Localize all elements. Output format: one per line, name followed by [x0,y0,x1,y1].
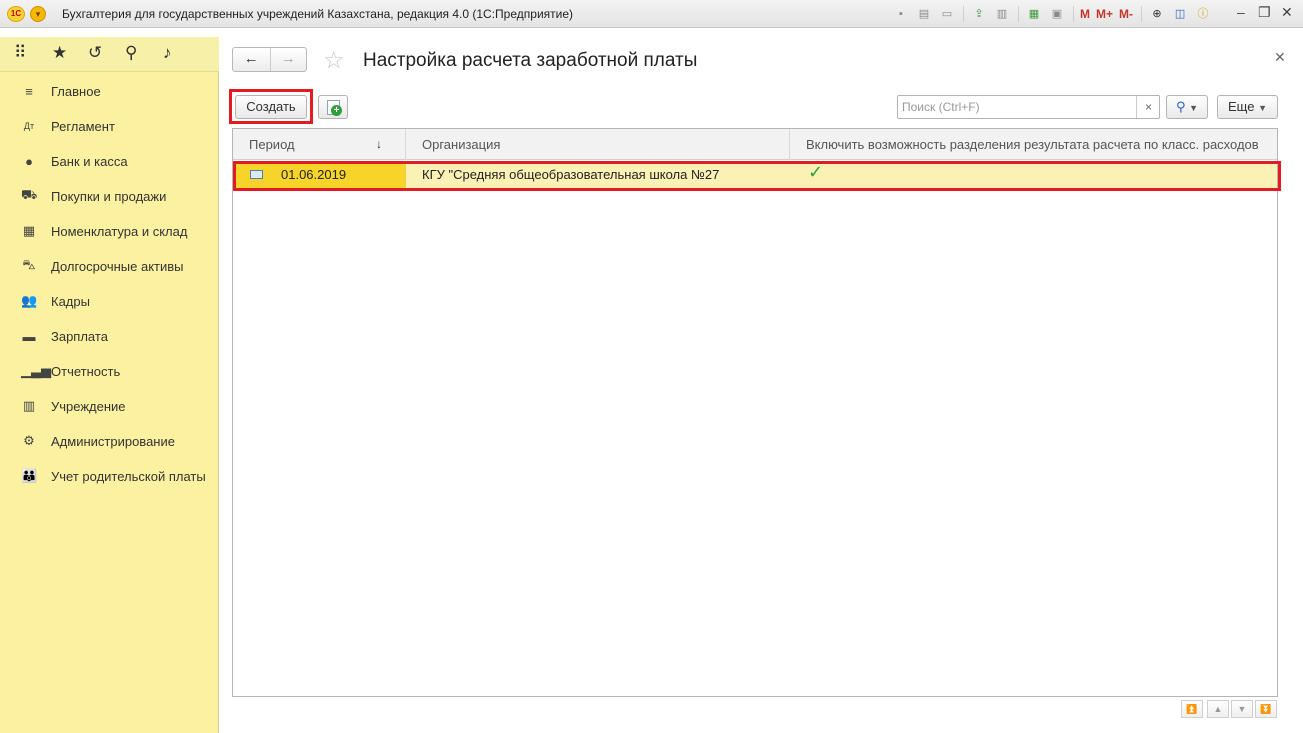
chevron-down-icon: ▼ [1258,103,1267,113]
sidebar-item-bank[interactable]: ● Банк и касса [0,146,219,176]
sidebar-item-label: Регламент [51,118,115,134]
column-header-label: Период [249,137,295,152]
sidebar-item-label: Кадры [51,293,90,309]
sidebar-item-hr[interactable]: 👥 Кадры [0,286,219,316]
scroll-up-button[interactable]: ▲ [1207,700,1229,718]
settings-table: Период ↓ Организация Включить возможност… [232,128,1278,697]
sidebar-item-label: Главное [51,83,101,99]
info-icon[interactable]: ⓘ [1194,6,1212,22]
star-icon[interactable]: ★ [52,43,67,63]
highlight-frame-row [233,161,1281,191]
memory-add-button[interactable]: M+ [1096,6,1113,22]
copy-button[interactable]: + [318,95,348,119]
calendar-icon[interactable]: ▣ [1048,6,1066,22]
sidebar-item-label: Зарплата [51,328,108,344]
more-button-label: Еще [1228,99,1255,114]
truck-icon: ⛍ [22,257,36,272]
menu-lines-icon: ≡ [25,83,33,99]
zoom-icon[interactable]: ⊕ [1148,6,1166,22]
column-header-period[interactable]: Период ↓ [233,129,406,160]
wallet-icon: ▬ [22,328,36,344]
sidebar-top-nav: ⠿ ★ ↺ ⚲ ♪ [0,37,219,72]
favorite-star-icon[interactable]: ☆ [323,46,345,75]
search-options-button[interactable]: ⚲ ▼ [1166,95,1208,119]
sidebar-item-admin[interactable]: ⚙ Администрирование [0,426,219,456]
main-menu-button[interactable]: ▾ [30,6,46,22]
sidebar-item-label: Отчетность [51,363,121,379]
app-logo-icon: 1С [7,6,25,22]
sidebar-item-label: Номенклатура и склад [51,223,188,239]
sidebar-item-reports[interactable]: ▁▃▅ Отчетность [0,356,219,386]
bell-icon[interactable]: ♪ [163,43,172,63]
reglament-icon: Дт [23,121,35,131]
search-icon[interactable]: ⚲ [125,43,137,63]
sidebar-item-label: Банк и касса [51,153,128,169]
back-button[interactable]: ← [233,48,270,71]
column-header-organization[interactable]: Организация [406,129,790,160]
scroll-bottom-button[interactable]: ⏬ [1255,700,1277,718]
highlight-frame-create [229,89,313,124]
sidebar-item-label: Учет родительской платы [51,468,206,484]
window-title: Бухгалтерия для государственных учрежден… [62,7,574,21]
restore-icon[interactable]: ❐ [1258,4,1271,21]
memory-m-button[interactable]: M [1080,6,1090,22]
scroll-down-button[interactable]: ▼ [1231,700,1253,718]
scroll-top-button[interactable]: ⏫ [1181,700,1203,718]
toolbar-divider [963,6,964,22]
sidebar-item-institution[interactable]: ▥ Учреждение [0,391,219,421]
search-input[interactable] [898,96,1136,118]
toolbar-divider [1018,6,1019,22]
sidebar-item-parent-fee[interactable]: 👪 Учет родительской платы [0,461,219,491]
sidebar-item-label: Покупки и продажи [51,188,167,204]
cart-icon: ⛟ [21,187,38,202]
toolbar-divider [1073,6,1074,22]
clear-search-button[interactable]: × [1136,96,1160,118]
upload-icon[interactable]: ⇪ [970,6,988,22]
history-icon[interactable]: ↺ [88,43,102,63]
search-box: × [897,95,1160,119]
bar-chart-icon: ▁▃▅ [21,363,51,378]
calculator-icon[interactable]: ▦ [1025,6,1043,22]
sidebar-item-salary[interactable]: ▬ Зарплата [0,321,219,351]
sidebar-item-label: Администрирование [51,433,175,449]
apps-grid-icon[interactable]: ⠿ [14,43,26,63]
minimize-icon[interactable]: – [1237,4,1245,20]
history-nav: ← → [232,47,307,72]
more-button[interactable]: Еще ▼ [1217,95,1278,119]
chevron-down-icon: ▼ [1189,103,1199,113]
toolbar-divider [1141,6,1143,22]
print-icon[interactable]: ▤ [915,6,933,22]
sidebar-item-label: Учреждение [51,398,126,414]
save-icon[interactable]: ▪ [892,6,910,22]
sidebar-item-reglament[interactable]: Дт Регламент [0,111,219,141]
coin-icon: ● [25,153,33,169]
forward-button[interactable]: → [269,48,307,71]
document-icon[interactable]: ▥ [993,6,1011,22]
people-icon: 👥 [21,293,38,308]
sidebar-item-assets[interactable]: ⛍ Долгосрочные активы [0,251,219,281]
sidebar: ≡ Главное Дт Регламент ● Банк и касса ⛟ … [0,72,219,733]
family-icon: 👪 [21,468,38,483]
sidebar-item-nomenclature[interactable]: ▦ Номенклатура и склад [0,216,219,246]
column-header-split-enabled[interactable]: Включить возможность разделения результа… [790,129,1277,160]
panel-icon[interactable]: ◫ [1171,6,1189,22]
title-toolbar: ▪ ▤ ▭ ⇪ ▥ ▦ ▣ M M+ M- ⊕ ◫ ⓘ [892,5,1217,23]
title-bar: 1С ▾ Бухгалтерия для государственных учр… [0,0,1303,28]
window-close-icon[interactable]: ✕ [1281,4,1293,21]
gear-icon: ⚙ [23,433,35,448]
sidebar-item-glavnoe[interactable]: ≡ Главное [0,76,219,106]
building-icon: ▥ [22,398,36,413]
memory-sub-button[interactable]: M- [1119,6,1133,22]
warehouse-icon: ▦ [22,223,36,238]
preview-icon[interactable]: ▭ [938,6,956,22]
table-header: Период ↓ Организация Включить возможност… [233,129,1277,160]
add-plus-icon: + [331,105,342,116]
close-form-icon[interactable]: ✕ [1274,49,1286,66]
magnifier-icon: ⚲ [1175,99,1186,114]
sort-arrow-down-icon: ↓ [376,137,382,151]
sidebar-item-purchases[interactable]: ⛟ Покупки и продажи [0,181,219,211]
page-title: Настройка расчета заработной платы [363,50,698,71]
sidebar-item-label: Долгосрочные активы [51,258,184,274]
